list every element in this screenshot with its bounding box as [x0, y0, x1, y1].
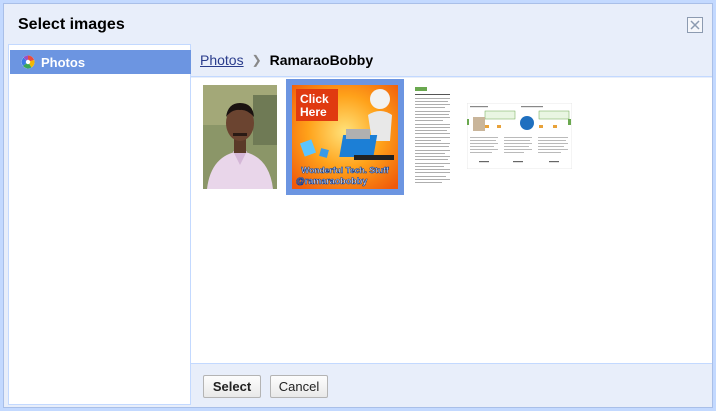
- thumbnail-document[interactable]: [413, 85, 452, 189]
- main-panel: Photos ❯ RamaraoBobby Click Here Wonderf…: [191, 44, 712, 405]
- dialog-title: Select images: [18, 16, 125, 33]
- thumbnail-portrait[interactable]: [203, 85, 277, 189]
- sidebar: Photos: [8, 44, 191, 405]
- breadcrumb-photos-link[interactable]: Photos: [200, 52, 244, 68]
- image-grid: Click Here Wonderful Tech. Stuff @ramara…: [191, 78, 712, 363]
- thumbnail-blog-screenshot[interactable]: [467, 103, 572, 169]
- select-images-dialog: Select images Photos Photos ❯ RamaraoBob…: [3, 3, 713, 408]
- promo-caption-2: @ramaraobobby: [296, 176, 367, 186]
- picasa-icon: [21, 55, 35, 69]
- promo-caption-1: Wonderful Tech. Stuff: [301, 165, 389, 175]
- promo-click-text: Click: [300, 92, 329, 106]
- sidebar-item-label: Photos: [41, 54, 86, 70]
- cancel-button[interactable]: Cancel: [270, 375, 328, 398]
- chevron-right-icon: ❯: [251, 53, 262, 67]
- dialog-titlebar: Select images: [4, 4, 712, 44]
- breadcrumb: Photos ❯ RamaraoBobby: [191, 44, 712, 77]
- select-button[interactable]: Select: [203, 375, 261, 398]
- promo-here-text: Here: [300, 105, 327, 119]
- dialog-footer: Select Cancel: [191, 363, 712, 405]
- sidebar-item-photos[interactable]: Photos: [10, 50, 191, 74]
- breadcrumb-current: RamaraoBobby: [269, 52, 374, 68]
- close-icon[interactable]: [687, 17, 703, 33]
- thumbnail-click-here[interactable]: Click Here Wonderful Tech. Stuff @ramara…: [292, 85, 398, 189]
